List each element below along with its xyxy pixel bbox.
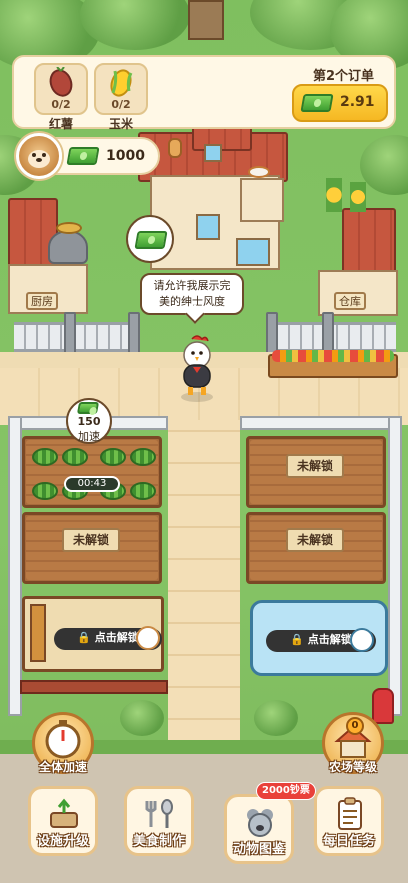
order-item-corn[interactable]: 0/2 — [94, 63, 148, 115]
locked-sign: 未解锁 — [62, 528, 120, 552]
nav-label: 美食制作 — [132, 834, 185, 849]
all-speedup-button[interactable]: 全体加速 — [32, 712, 94, 774]
kitchen-sign[interactable]: 厨房 — [26, 292, 58, 310]
bush — [120, 700, 164, 736]
watermelon-crop — [100, 448, 126, 466]
watermelon-crop — [32, 448, 58, 466]
food-cooking-icon — [145, 799, 173, 828]
animal-album-icon — [247, 809, 273, 837]
facility-upgrade-icon — [50, 798, 78, 828]
order-item-progress: 0/2 — [111, 98, 131, 111]
speech-bubble: 请允许我展示完 美的绅士风度 — [140, 273, 244, 315]
timer-text: 00:43 — [77, 478, 107, 489]
cash-icon — [76, 402, 100, 414]
farm-level-button[interactable]: 0 农场等级 — [322, 712, 384, 774]
pig-icon — [136, 626, 160, 650]
sunflower — [350, 182, 366, 212]
sunflower — [326, 178, 342, 212]
order-panel: 0/2 红薯 0/2 玉米 第2个订单 2.91 — [12, 55, 396, 131]
window — [204, 144, 222, 162]
animal-album-button[interactable]: 动物图鉴 — [224, 794, 294, 864]
warehouse-roof — [342, 208, 396, 278]
farm-level-label: 农场等级 — [328, 760, 377, 774]
order-title: 第2个订单 — [312, 69, 375, 84]
watermelon-crop — [130, 482, 156, 500]
fence — [388, 416, 402, 716]
fence-pillar — [128, 312, 140, 356]
money-value: 1000 — [106, 148, 145, 164]
order-item-label: 玉米 — [108, 117, 133, 131]
watermelon-crop — [62, 448, 88, 466]
facility-upgrade-button[interactable]: 设施升级 — [28, 786, 98, 856]
order-reward-value: 2.91 — [340, 94, 375, 110]
vegetables — [272, 350, 394, 362]
tree — [360, 135, 408, 195]
farm-level-value: 0 — [346, 717, 364, 735]
speedup-label: 加速 — [78, 430, 100, 443]
lock-icon: 🔒 — [77, 631, 91, 644]
cash-icon — [300, 94, 334, 112]
order-item-progress: 0/2 — [51, 98, 71, 111]
balcony — [240, 178, 284, 222]
speedup-bubble[interactable]: 150 加速 — [66, 398, 112, 444]
pot — [56, 222, 82, 234]
speech-line: 美的绅士风度 — [159, 295, 225, 308]
speech-line: 请允许我展示完 — [153, 279, 231, 292]
locked-sign: 未解锁 — [286, 454, 344, 478]
cash-icon — [134, 231, 168, 249]
path — [168, 420, 240, 750]
warehouse-sign[interactable]: 仓库 — [334, 292, 366, 310]
unlock-label: 点击解锁 — [94, 631, 139, 644]
daily-task-icon — [338, 797, 362, 830]
watermelon-crop — [130, 448, 156, 466]
brick-wall — [20, 680, 168, 694]
growth-timer: 00:43 — [64, 476, 120, 492]
window — [236, 238, 270, 266]
unlock-label: 点击解锁 — [307, 633, 352, 646]
lock-icon: 🔒 — [290, 633, 304, 646]
nav-label: 设施升级 — [36, 834, 89, 849]
chicken-character[interactable] — [174, 335, 220, 405]
order-item-label: 红薯 — [48, 117, 73, 131]
treehouse — [188, 0, 224, 40]
cat-sitting — [168, 138, 182, 158]
reward-badge: 2000钞票 — [256, 782, 316, 800]
fence — [8, 416, 22, 716]
window — [196, 214, 220, 240]
fence — [14, 322, 140, 352]
order-reward[interactable]: 2.91 — [292, 84, 388, 122]
game-scene: 厨房 仓库 0/2 红薯 0/2 玉米 第2个订单 2.91 1000 请允许我… — [0, 0, 408, 883]
food-cooking-button[interactable]: 美食制作 — [124, 786, 194, 856]
bush — [254, 700, 298, 736]
fence — [240, 416, 400, 430]
player-avatar[interactable] — [16, 133, 62, 179]
daily-task-button[interactable]: 每日任务 — [314, 786, 384, 856]
speedup-amount: 150 — [77, 415, 101, 428]
fish-icon — [350, 628, 374, 652]
dog-face-icon — [28, 150, 50, 168]
all-speedup-label: 全体加速 — [38, 760, 87, 774]
nav-label: 每日任务 — [322, 834, 375, 849]
oven — [48, 230, 88, 264]
cat-sleeping — [248, 166, 270, 178]
locked-sign: 未解锁 — [286, 528, 344, 552]
watermelon-crop — [32, 482, 58, 500]
collect-cash-bubble[interactable] — [126, 215, 174, 263]
fence-pillar — [64, 312, 76, 356]
order-item-sweet-potato[interactable]: 0/2 — [34, 63, 88, 115]
nav-label: 动物图鉴 — [232, 842, 285, 857]
chicken-icon — [181, 335, 213, 402]
trough — [30, 604, 46, 662]
cash-icon — [66, 147, 100, 165]
